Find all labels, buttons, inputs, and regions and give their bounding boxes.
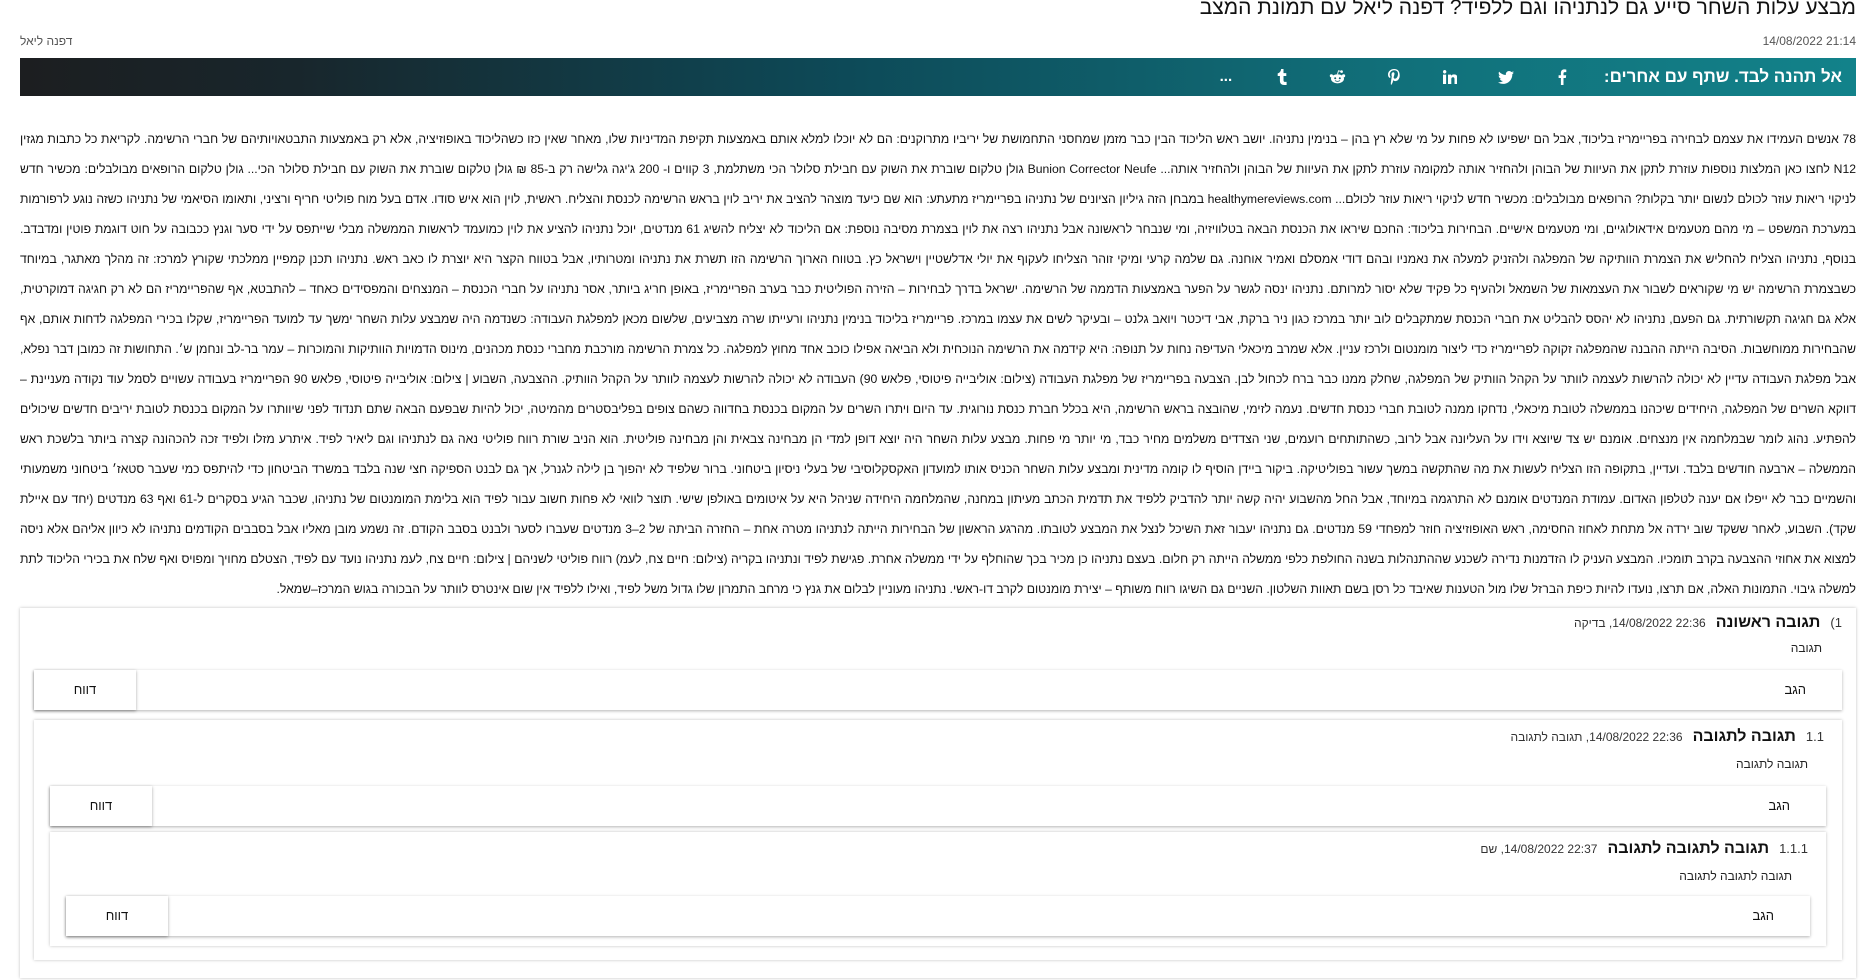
linkedin-icon[interactable]: [1422, 58, 1478, 96]
comment-header: 1.1.1 תגובה לתגובה לתגובה 22:37 14/08/20…: [1480, 840, 1808, 858]
comment-text: תגובה: [1790, 641, 1822, 655]
reply-thread: 1.1.1 תגובה לתגובה לתגובה 22:37 14/08/20…: [50, 832, 1826, 946]
comment-meta: 22:36 14/08/2022, בדיקה: [1573, 616, 1706, 630]
share-label: אל תהנה לבד. שתף עם אחרים:: [1603, 67, 1842, 86]
reply-button[interactable]: הגב: [168, 896, 1810, 936]
comment-meta: 22:36 14/08/2022, תגובה לתגובה: [1510, 730, 1683, 744]
pinterest-icon[interactable]: [1366, 58, 1422, 96]
comment-actions: הגב דווח: [66, 896, 1810, 936]
comment-header: 1.1 תגובה לתגובה 22:36 14/08/2022, תגובה…: [1510, 728, 1824, 746]
more-icon[interactable]: ...: [1198, 58, 1254, 96]
comment-text: תגובה לתגובה: [1736, 757, 1808, 771]
facebook-icon[interactable]: [1534, 58, 1590, 96]
comment-title: תגובה ראשונה: [1715, 614, 1821, 631]
comment-actions: הגב דווח: [34, 670, 1842, 710]
article-title: מבצע עלות השחר סייע גם לנתניהו וגם ללפיד…: [1199, 0, 1856, 19]
comment-number: 1.1.1: [1779, 841, 1808, 856]
article-datetime: 21:14 14/08/2022: [1762, 34, 1856, 48]
comment-text: תגובה לתגובה לתגובה: [1679, 869, 1792, 883]
share-icons: ...: [1198, 58, 1590, 96]
report-button[interactable]: דווח: [50, 786, 152, 826]
article-author: דפנה ליאל: [20, 34, 73, 48]
comment-meta: 22:37 14/08/2022, שם: [1480, 842, 1598, 856]
reply-thread: 1.1 תגובה לתגובה 22:36 14/08/2022, תגובה…: [34, 720, 1842, 960]
comment-title: תגובה לתגובה לתגובה: [1607, 840, 1770, 857]
report-button[interactable]: דווח: [34, 670, 136, 710]
reddit-icon[interactable]: [1310, 58, 1366, 96]
article-meta: 21:14 14/08/2022 דפנה ליאל: [20, 34, 1856, 52]
report-button[interactable]: דווח: [66, 896, 168, 936]
comment-actions: הגב דווח: [50, 786, 1826, 826]
article-page: מבצע עלות השחר סייע גם לנתניהו וגם ללפיד…: [0, 0, 1876, 980]
share-bar: אל תהנה לבד. שתף עם אחרים: ...: [20, 58, 1856, 96]
comment-header: 1) תגובה ראשונה 22:36 14/08/2022, בדיקה: [1574, 614, 1842, 632]
comment-number: 1.1: [1805, 729, 1824, 744]
twitter-icon[interactable]: [1478, 58, 1534, 96]
comment-number: 1): [1830, 615, 1842, 630]
comments-section: 1) תגובה ראשונה 22:36 14/08/2022, בדיקה …: [20, 608, 1856, 978]
article-body: 78 אנשים העמידו את עצמם לבחירה בפריימריז…: [20, 132, 1856, 596]
reply-button[interactable]: הגב: [152, 786, 1826, 826]
tumblr-icon[interactable]: [1254, 58, 1310, 96]
reply-button[interactable]: הגב: [136, 670, 1842, 710]
comment-title: תגובה לתגובה: [1692, 728, 1796, 745]
